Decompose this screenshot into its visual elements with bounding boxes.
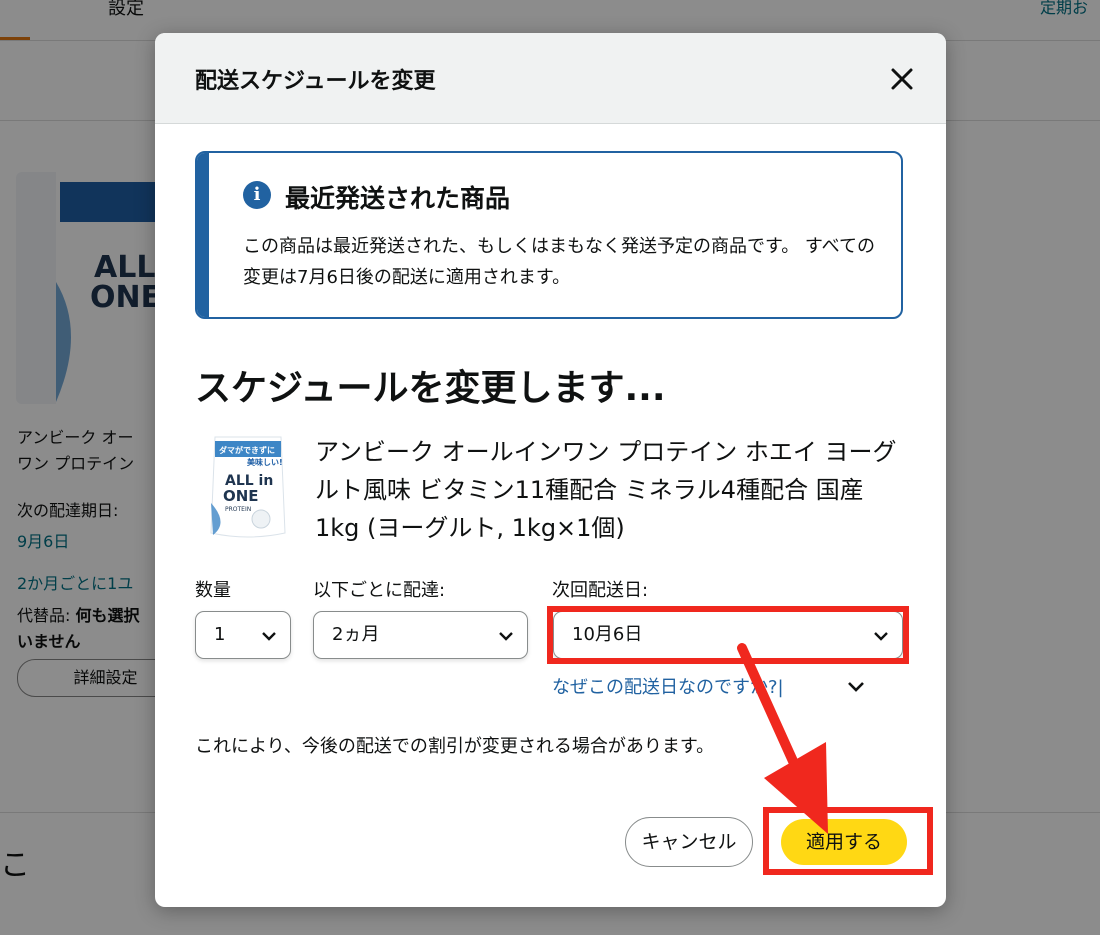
quantity-label: 数量 — [195, 580, 231, 601]
apply-highlight — [763, 807, 933, 875]
svg-text:PROTEIN: PROTEIN — [225, 506, 251, 513]
alert-title: 最近発送された商品 — [285, 184, 511, 213]
svg-text:ダマができずに: ダマができずに — [219, 445, 275, 455]
frequency-value: 2ヵ月 — [332, 624, 380, 645]
close-icon — [891, 68, 913, 90]
product-title: アンビーク オールインワン プロテイン ホエイ ヨーグルト風味 ビタミン11種配… — [315, 438, 897, 542]
change-schedule-modal: 配送スケジュールを変更 i 最近発送された商品 この商品は最近発送された、もしく… — [155, 33, 946, 907]
recent-shipment-alert: i 最近発送された商品 この商品は最近発送された、もしくはまもなく発送予定の商品… — [195, 151, 903, 319]
next-date-highlight — [547, 606, 909, 664]
frequency-label: 以下ごとに配達: — [313, 580, 446, 601]
frequency-select[interactable]: 2ヵ月 — [313, 611, 528, 659]
product-image: ダマができずに 美味しい! ALL in ONE PROTEIN — [209, 433, 287, 539]
discount-note: これにより、今後の配送での割引が変更される場合があります。 — [195, 736, 715, 757]
modal-header: 配送スケジュールを変更 — [155, 33, 946, 124]
alert-accent-bar — [197, 153, 209, 317]
chevron-down-icon — [499, 632, 513, 641]
quantity-value: 1 — [214, 624, 226, 645]
quantity-select[interactable]: 1 — [195, 611, 291, 659]
next-date-label: 次回配送日: — [552, 580, 649, 601]
why-this-date-link[interactable]: なぜこの配送日なのですか?| — [552, 673, 784, 699]
chevron-down-icon — [262, 632, 276, 641]
chevron-down-icon[interactable] — [845, 675, 867, 697]
schedule-heading: スケジュールを変更します... — [195, 368, 666, 409]
svg-text:ONE: ONE — [223, 487, 259, 505]
cancel-button[interactable]: キャンセル — [625, 817, 753, 867]
info-icon: i — [243, 181, 271, 209]
alert-body: この商品は最近発送された、もしくはまもなく発送予定の商品です。 すべての変更は7… — [243, 236, 875, 288]
modal-title: 配送スケジュールを変更 — [195, 69, 436, 94]
svg-text:美味しい!: 美味しい! — [247, 457, 283, 467]
close-button[interactable] — [886, 63, 918, 95]
